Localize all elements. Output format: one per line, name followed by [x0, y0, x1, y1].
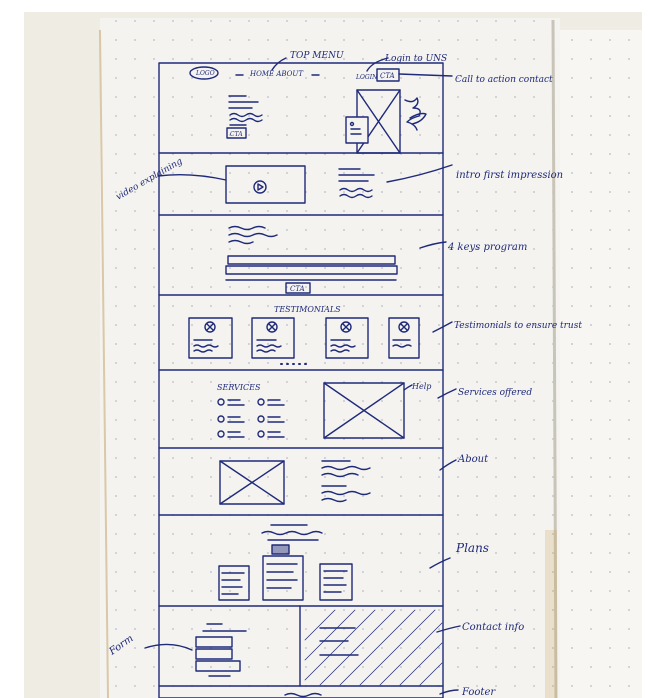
notebook-sketch-photo: LOGO HOME ABOUT TOP MENU Login to UNS LO… — [0, 0, 649, 698]
contact-note: Contact info — [462, 622, 524, 633]
services-note: Services offered — [458, 388, 532, 398]
cta-label: CTA — [380, 72, 395, 80]
about-note: About — [457, 454, 489, 465]
testimonials-note: Testimonials to ensure trust — [454, 321, 582, 331]
footer-note: Footer — [461, 687, 496, 698]
hero-cta-label: CTA — [230, 131, 243, 138]
call-to-action-note: Call to action contact — [455, 75, 553, 85]
plans-note: Plans — [455, 541, 489, 555]
program-cta-label: CTA — [290, 285, 305, 293]
testimonials-heading: TESTIMONIALS — [274, 305, 341, 314]
services-help-label: Help — [411, 382, 431, 391]
program-note: 4 keys program — [447, 242, 527, 253]
logo-label: LOGO — [195, 70, 215, 77]
intro-note: intro first impression — [456, 170, 563, 181]
nav-label: HOME ABOUT — [249, 70, 304, 78]
login-label: Login to UNS — [384, 54, 447, 64]
login-short-label: LOGIN — [355, 74, 378, 81]
top-menu-label: TOP MENU — [290, 51, 344, 61]
services-heading: SERVICES — [217, 383, 261, 392]
